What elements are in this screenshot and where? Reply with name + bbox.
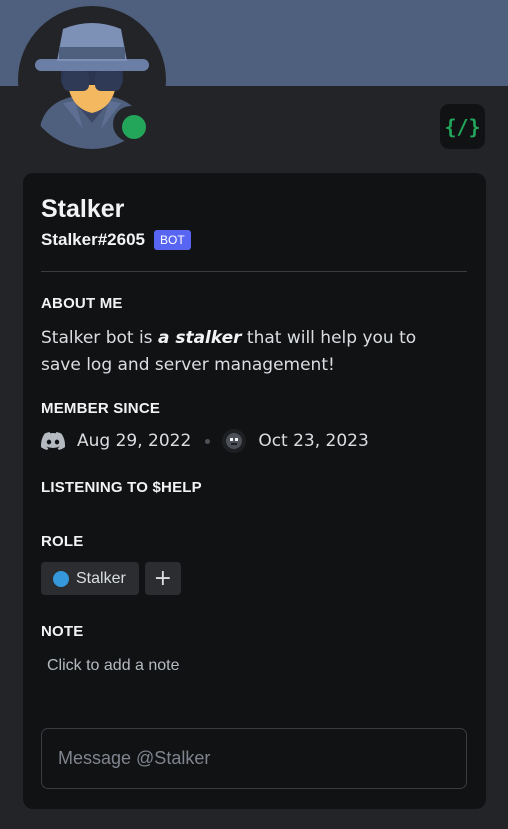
member-since-row: Aug 29, 2022 Oct 23, 2023 bbox=[41, 429, 369, 453]
server-join-date: Oct 23, 2023 bbox=[258, 431, 369, 451]
discord-join-date: Aug 29, 2022 bbox=[77, 431, 192, 451]
message-input[interactable]: Message @Stalker bbox=[41, 728, 467, 789]
role-name: Stalker bbox=[76, 569, 126, 587]
role-chip-stalker[interactable]: Stalker bbox=[41, 562, 139, 595]
bot-tag: BOT bbox=[153, 230, 191, 250]
discord-icon bbox=[41, 432, 65, 450]
divider bbox=[41, 271, 467, 272]
about-text-part-1: Stalker bot is bbox=[41, 328, 158, 348]
about-me-text: Stalker bot is a stalker that will help … bbox=[41, 325, 461, 379]
username-row: Stalker#2605 BOT bbox=[41, 230, 191, 250]
role-heading: ROLE bbox=[41, 533, 84, 550]
active-developer-badge-icon[interactable]: {/} bbox=[440, 104, 485, 149]
role-color-dot bbox=[53, 570, 69, 587]
separator-dot bbox=[205, 438, 211, 444]
user-profile-popout: {/} Stalker Stalker#2605 BOT ABOUT ME St… bbox=[0, 0, 508, 829]
server-icon bbox=[222, 429, 247, 453]
username[interactable]: Stalker#2605 bbox=[41, 230, 145, 250]
display-name: Stalker bbox=[41, 195, 125, 223]
activity-heading: LISTENING TO $HELP bbox=[41, 479, 202, 496]
role-list: Stalker + bbox=[41, 562, 181, 595]
member-since-heading: MEMBER SINCE bbox=[41, 400, 161, 417]
add-role-button[interactable]: + bbox=[144, 562, 181, 595]
note-input[interactable]: Click to add a note bbox=[47, 657, 180, 675]
online-status-icon bbox=[122, 115, 146, 139]
plus-icon: + bbox=[153, 566, 173, 591]
profile-body: Stalker Stalker#2605 BOT ABOUT ME Stalke… bbox=[23, 173, 486, 809]
about-me-heading: ABOUT ME bbox=[41, 295, 123, 312]
note-heading: NOTE bbox=[41, 623, 84, 640]
about-text-emphasis: a stalker bbox=[157, 328, 242, 348]
